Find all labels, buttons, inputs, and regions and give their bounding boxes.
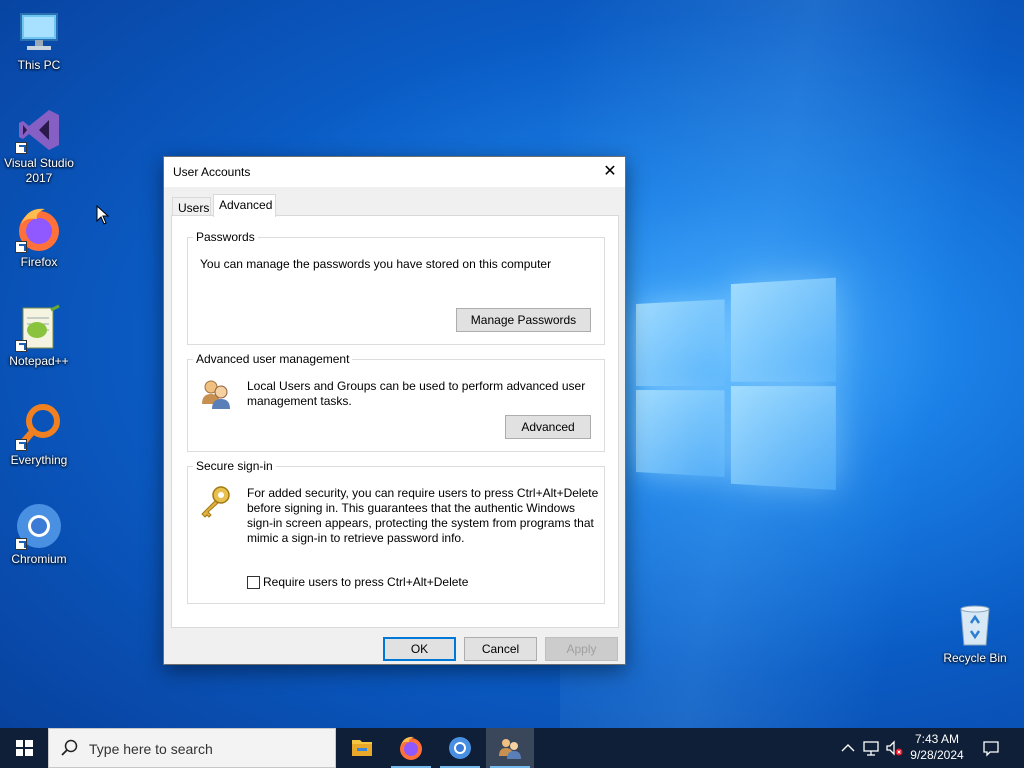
taskbar-firefox[interactable] xyxy=(387,728,435,768)
desktop-icon-label: Everything xyxy=(10,453,68,467)
tab-label: Advanced xyxy=(219,198,273,212)
visual-studio-icon xyxy=(15,106,63,154)
close-icon: ✕ xyxy=(603,163,617,180)
chromium-icon xyxy=(15,502,63,550)
manage-passwords-button[interactable]: Manage Passwords xyxy=(456,308,591,332)
desktop-icon-this-pc[interactable]: This PC xyxy=(0,8,78,73)
mouse-cursor-icon xyxy=(96,205,110,225)
passwords-group-title: Passwords xyxy=(193,230,258,244)
desktop-icon-label: This PC xyxy=(17,58,61,72)
taskbar-search-box[interactable]: Type here to search xyxy=(48,728,336,768)
this-pc-icon xyxy=(15,8,63,56)
notepad-plus-plus-icon xyxy=(15,304,63,352)
desktop-icon-firefox[interactable]: Firefox xyxy=(0,205,78,270)
chromium-icon xyxy=(449,737,471,759)
firefox-icon xyxy=(15,205,63,253)
action-center-notification-icon[interactable] xyxy=(981,738,1001,758)
advanced-user-management-group: Advanced user management Local Users and… xyxy=(187,352,605,452)
desktop-icon-notepad-plus-plus[interactable]: Notepad++ xyxy=(0,304,78,369)
shortcut-arrow-icon xyxy=(15,439,27,451)
advanced-tab-panel: Passwords You can manage the passwords y… xyxy=(171,215,619,628)
firefox-icon xyxy=(400,736,422,760)
advanced-user-management-title: Advanced user management xyxy=(193,352,353,366)
show-hidden-icons-chevron-up-icon[interactable] xyxy=(838,738,858,758)
apply-button: Apply xyxy=(545,637,618,661)
windows-start-icon xyxy=(16,740,33,756)
taskbar-clock[interactable]: 7:43 AM 9/28/2024 xyxy=(906,731,968,763)
taskbar-chromium[interactable] xyxy=(436,728,484,768)
user-accounts-icon xyxy=(499,739,521,759)
shortcut-arrow-icon xyxy=(15,142,27,154)
passwords-group: Passwords You can manage the passwords y… xyxy=(187,230,605,345)
search-icon xyxy=(61,739,78,756)
advanced-user-management-description: Local Users and Groups can be used to pe… xyxy=(247,379,586,408)
tab-users[interactable]: Users xyxy=(172,197,211,217)
desktop-icon-label: Chromium xyxy=(11,552,67,566)
secure-sign-in-description: For added security, you can require user… xyxy=(247,486,599,545)
desktop-icon-visual-studio[interactable]: Visual Studio 2017 xyxy=(0,106,78,186)
shortcut-arrow-icon xyxy=(15,340,27,352)
volume-muted-icon[interactable] xyxy=(884,738,904,758)
desktop-icon-chromium[interactable]: Chromium xyxy=(0,502,78,567)
desktop-icon-label: Firefox xyxy=(20,255,58,269)
desktop-icon-recycle-bin[interactable]: Recycle Bin xyxy=(936,601,1014,666)
clock-time: 7:43 AM xyxy=(914,732,960,746)
users-group-icon xyxy=(200,378,232,410)
dialog-titlebar[interactable]: User Accounts ✕ xyxy=(164,157,625,187)
clock-date: 9/28/2024 xyxy=(910,748,964,762)
recycle-bin-icon xyxy=(951,601,999,649)
key-icon xyxy=(198,485,232,519)
taskbar-user-accounts[interactable] xyxy=(486,728,534,768)
cancel-button[interactable]: Cancel xyxy=(464,637,537,661)
desktop-icon-everything[interactable]: Everything xyxy=(0,403,78,468)
windows-wallpaper-logo xyxy=(636,277,836,493)
start-button[interactable] xyxy=(0,728,48,768)
tab-label: Users xyxy=(178,201,210,215)
require-ctrl-alt-delete-label[interactable]: Require users to press Ctrl+Alt+Delete xyxy=(263,575,468,590)
desktop-icon-label: Notepad++ xyxy=(9,354,69,368)
tab-advanced[interactable]: Advanced xyxy=(213,194,276,217)
everything-search-icon xyxy=(15,403,63,451)
network-icon[interactable] xyxy=(861,738,881,758)
desktop-icon-label: Recycle Bin xyxy=(943,651,1007,665)
shortcut-arrow-icon xyxy=(15,241,27,253)
shortcut-arrow-icon xyxy=(15,538,27,550)
search-placeholder: Type here to search xyxy=(89,741,213,757)
desktop-icon-label: Visual Studio 2017 xyxy=(4,156,74,185)
close-button[interactable]: ✕ xyxy=(595,157,625,187)
taskbar: Type here to search 7:43 AM 9/28/2024 xyxy=(0,728,1024,768)
file-explorer-icon xyxy=(352,740,372,756)
passwords-description: You can manage the passwords you have st… xyxy=(200,257,552,271)
dialog-title: User Accounts xyxy=(173,165,251,179)
secure-sign-in-title: Secure sign-in xyxy=(193,459,276,473)
advanced-button[interactable]: Advanced xyxy=(505,415,591,439)
user-accounts-dialog: User Accounts ✕ Users Advanced Passwords… xyxy=(163,156,626,665)
require-ctrl-alt-delete-checkbox[interactable] xyxy=(247,576,260,589)
taskbar-file-explorer[interactable] xyxy=(338,728,386,768)
ok-button[interactable]: OK xyxy=(383,637,456,661)
secure-sign-in-group: Secure sign-in For added security, you c… xyxy=(187,459,605,604)
